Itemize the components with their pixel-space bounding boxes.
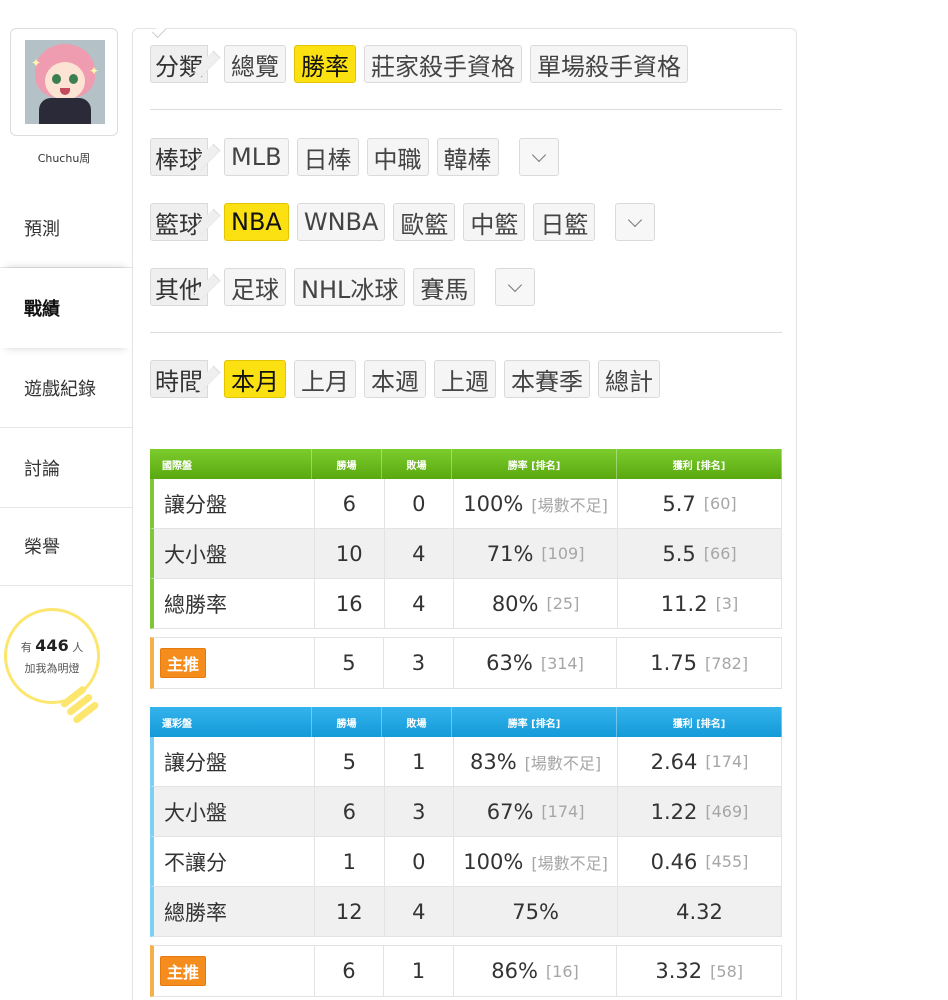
chip-single-killer[interactable]: 單場殺手資格: [530, 45, 688, 83]
recommend-row: 主推 6 1 86% [16] 3.32 [58]: [150, 945, 782, 997]
chip-overview[interactable]: 總覽: [224, 45, 286, 83]
chevron-down-icon[interactable]: [495, 268, 536, 306]
chip-nba[interactable]: NBA: [224, 203, 289, 241]
filter-time: 時間 本月 上月 本週 上週 本賽季 總計: [150, 360, 668, 398]
chip-this-week[interactable]: 本週: [364, 360, 426, 398]
chip-mlb[interactable]: MLB: [224, 138, 289, 176]
filter-baseball: 棒球 MLB 日棒 中職 韓棒: [150, 138, 559, 176]
chevron-down-icon[interactable]: [518, 138, 559, 176]
chip-cpbl[interactable]: 中職: [366, 138, 429, 176]
table-row: 不讓分 1 0 100% [場數不足] 0.46 [455]: [150, 837, 782, 887]
chip-win-rate[interactable]: 勝率: [294, 45, 356, 83]
filter-category: 分類 總覽 勝率 莊家殺手資格 單場殺手資格: [150, 45, 696, 83]
table-row: 大小盤 6 3 67% [174] 1.22 [469]: [150, 787, 782, 837]
chip-total[interactable]: 總計: [598, 360, 660, 398]
chevron-down-icon[interactable]: [615, 203, 656, 241]
sidebar: ✦ ✦ Chuchu周 預測 戰績 遊戲紀錄 討論 榮譽 有 446 人 加我為…: [0, 0, 132, 1000]
panel-notch: [151, 23, 167, 39]
chip-this-month[interactable]: 本月: [224, 360, 286, 398]
recommend-badge: 主推: [160, 648, 207, 678]
nav-item-game-history[interactable]: 遊戲紀錄: [0, 348, 132, 428]
table-row: 總勝率 12 4 75% 4.32: [150, 887, 782, 937]
recommend-row: 主推 5 3 63% [314] 1.75 [782]: [150, 637, 782, 689]
chip-wnba[interactable]: WNBA: [296, 203, 386, 241]
chip-last-month[interactable]: 上月: [294, 360, 356, 398]
chip-horse-racing[interactable]: 賽馬: [413, 268, 476, 306]
nav-item-predict[interactable]: 預測: [0, 188, 132, 268]
table-header: 運彩盤 勝場 敗場 勝率 [排名] 獲利 [排名]: [150, 707, 782, 737]
beacon-label: 加我為明燈: [24, 662, 80, 675]
main-panel: 分類 總覽 勝率 莊家殺手資格 單場殺手資格 棒球 MLB 日棒 中職 韓棒 籃…: [132, 23, 797, 1000]
filter-basketball-label: 籃球: [150, 203, 208, 241]
chip-npb[interactable]: 日棒: [296, 138, 359, 176]
beacon-count: 有 446 人: [20, 636, 84, 655]
filter-time-label: 時間: [150, 360, 208, 398]
table-row: 讓分盤 5 1 83% [場數不足] 2.64 [174]: [150, 737, 782, 787]
chip-nhl[interactable]: NHL冰球: [294, 268, 406, 306]
filter-baseball-label: 棒球: [150, 138, 208, 176]
filter-other-label: 其他: [150, 268, 208, 306]
table-header: 國際盤 勝場 敗場 勝率 [排名] 獲利 [排名]: [150, 449, 782, 479]
table-row: 讓分盤 6 0 100% [場數不足] 5.7 [60]: [150, 479, 782, 529]
divider: [150, 109, 782, 110]
chip-cba[interactable]: 中籃: [463, 203, 526, 241]
recommend-badge: 主推: [160, 956, 207, 986]
chip-soccer[interactable]: 足球: [224, 268, 286, 306]
username: Chuchu周: [37, 152, 91, 165]
chip-japan-basketball[interactable]: 日籃: [533, 203, 596, 241]
filter-category-label: 分類: [150, 45, 208, 83]
nav-item-honor[interactable]: 榮譽: [0, 506, 132, 586]
avatar[interactable]: ✦ ✦: [10, 28, 118, 136]
chip-this-season[interactable]: 本賽季: [504, 360, 590, 398]
lottery-table: 運彩盤 勝場 敗場 勝率 [排名] 獲利 [排名] 讓分盤 5 1 83% [場數…: [150, 707, 782, 997]
filter-other: 其他 足球 NHL冰球 賽馬: [150, 268, 536, 306]
chip-last-week[interactable]: 上週: [434, 360, 496, 398]
nav-item-record[interactable]: 戰績: [0, 268, 132, 348]
filter-basketball: 籃球 NBA WNBA 歐籃 中籃 日籃: [150, 203, 656, 241]
nav-item-discussion[interactable]: 討論: [0, 428, 132, 508]
chip-bookie-killer[interactable]: 莊家殺手資格: [364, 45, 522, 83]
table-row: 總勝率 16 4 80% [25] 11.2 [3]: [150, 579, 782, 629]
chip-euro-basketball[interactable]: 歐籃: [393, 203, 456, 241]
international-table: 國際盤 勝場 敗場 勝率 [排名] 獲利 [排名] 讓分盤 6 0 100% [場…: [150, 449, 782, 689]
beacon-bulb[interactable]: 有 446 人 加我為明燈: [4, 608, 100, 728]
chip-kbo[interactable]: 韓棒: [436, 138, 499, 176]
divider: [150, 332, 782, 333]
table-row: 大小盤 10 4 71% [109] 5.5 [66]: [150, 529, 782, 579]
avatar-image: ✦ ✦: [25, 40, 105, 124]
